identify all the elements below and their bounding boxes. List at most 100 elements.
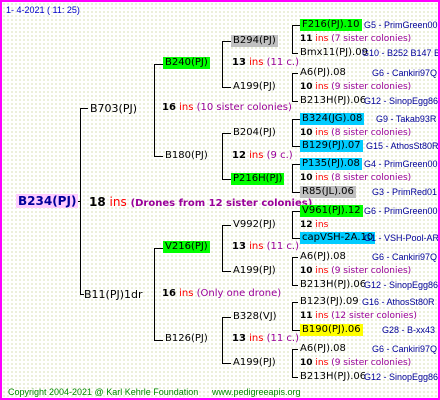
connector — [154, 248, 155, 340]
root-ins-row: 18 ins (Drones from 12 sister colonies) — [89, 195, 312, 211]
root-ins-label: ins — [109, 195, 127, 209]
gen1-queen[interactable]: B11(PJ)1dr — [82, 288, 145, 301]
gen4-queen[interactable]: P135(PJ).08 — [300, 158, 362, 170]
gen4-queen[interactable]: V961(PJ).12 — [300, 205, 363, 217]
connector — [154, 156, 163, 157]
ins-count: 10 — [300, 266, 313, 276]
ins-label: ins — [315, 358, 329, 368]
gen4-ins-row: 10 ins (9 sister colonies) — [300, 357, 411, 369]
gen3-queen[interactable]: B294(PJ) — [231, 35, 278, 47]
ins-count: 13 — [232, 57, 246, 68]
ins-label: ins — [315, 34, 329, 44]
gen2-ins-row: 12 ins (9 c.) — [232, 150, 293, 162]
connector — [292, 330, 300, 331]
gen4-ins-row: 10 ins (8 sister colonies) — [300, 172, 411, 184]
gen4-queen[interactable]: A6(PJ).08 — [298, 251, 348, 263]
gen4-ins-row: 11 ins (7 sister colonies) — [300, 33, 411, 45]
footer-copyright: Copyright 2004-2021 @ Karl Kehrle Founda… — [8, 387, 199, 397]
ins-note: (8 sister colonies) — [331, 173, 412, 183]
pedigree-chart: { "header": {"date": "1- 4-2021 ( 11: 25… — [0, 0, 440, 400]
connector — [292, 25, 300, 26]
connector — [222, 317, 231, 318]
gen4-info: G4 - PrimGreen00 — [364, 159, 438, 169]
connector — [292, 164, 293, 192]
connector — [292, 192, 300, 193]
gen4-queen[interactable]: B190(PJ).06 — [300, 324, 363, 336]
gen4-queen[interactable]: A6(PJ).08 — [298, 67, 348, 79]
gen4-queen[interactable]: B129(PJ).07 — [300, 140, 363, 152]
gen4-ins-row: 12 ins — [300, 219, 328, 231]
gen2-queen[interactable]: B126(PJ) — [163, 333, 210, 345]
connector — [292, 211, 293, 238]
ins-label: ins — [315, 311, 329, 321]
ins-label: ins — [249, 333, 264, 344]
gen3-queen[interactable]: A199(PJ) — [231, 265, 278, 277]
footer-url[interactable]: www.pedigreeapis.org — [212, 387, 301, 397]
connector — [292, 211, 300, 212]
gen1-ins-row: 16 ins (Only one drone) — [162, 288, 281, 300]
connector — [222, 179, 231, 180]
connector — [292, 349, 293, 377]
gen2-ins-row: 13 ins (11 c.) — [232, 333, 299, 345]
gen4-info: G16 - AthosSt80R — [362, 297, 435, 307]
gen4-info: G12 - SinopEgg86R — [364, 280, 440, 290]
connector — [222, 271, 231, 272]
gen2-queen[interactable]: B240(PJ) — [163, 57, 210, 69]
ins-count: 10 — [300, 173, 313, 183]
gen2-ins-row: 13 ins (11 c.) — [232, 57, 299, 69]
gen4-queen[interactable]: B123(PJ).09 — [298, 296, 361, 308]
connector — [222, 363, 231, 364]
gen4-info: G15 - AthosSt80R — [366, 141, 439, 151]
gen3-queen[interactable]: P216H(PJ) — [231, 173, 285, 185]
ins-note: (11 c.) — [266, 57, 300, 68]
gen4-queen[interactable]: B213H(PJ).06 — [298, 279, 368, 291]
connector — [292, 73, 293, 101]
ins-note: (9 c.) — [266, 150, 293, 161]
gen4-ins-row: 10 ins (9 sister colonies) — [300, 81, 411, 93]
gen4-queen[interactable]: A6(PJ).08 — [298, 343, 348, 355]
gen3-queen[interactable]: A199(PJ) — [231, 81, 278, 93]
ins-count: 12 — [232, 150, 246, 161]
gen2-queen[interactable]: B180(PJ) — [163, 150, 210, 162]
gen4-queen[interactable]: B213H(PJ).06 — [298, 371, 368, 383]
gen4-ins-row: 10 ins (9 sister colonies) — [300, 265, 411, 277]
gen3-queen[interactable]: B328(VJ) — [231, 311, 279, 323]
header-date: 1- 4-2021 ( 11: 25) — [6, 5, 80, 15]
gen3-queen[interactable]: A199(PJ) — [231, 357, 278, 369]
ins-note: (11 c.) — [266, 241, 300, 252]
root-queen[interactable]: B234(PJ) — [16, 194, 79, 208]
ins-note: (9 sister colonies) — [331, 266, 412, 276]
ins-note: (10 sister colonies) — [196, 102, 292, 113]
connector — [222, 317, 223, 363]
gen3-queen[interactable]: B204(PJ) — [231, 127, 278, 139]
gen1-queen[interactable]: B703(PJ) — [88, 102, 139, 115]
connector — [154, 64, 155, 156]
connector — [292, 146, 300, 147]
ins-label: ins — [179, 288, 194, 299]
connector — [154, 64, 163, 65]
gen4-info: G6 - Cankiri97Q — [372, 252, 438, 262]
gen4-queen[interactable]: Bmx11(PJ).09 — [298, 47, 370, 59]
ins-note: (9 sister colonies) — [331, 358, 412, 368]
ins-count: 11 — [300, 34, 313, 44]
ins-label: ins — [249, 241, 264, 252]
gen4-queen[interactable]: R85(JL).06 — [300, 186, 356, 198]
gen4-info: G12 - SinopEgg86R — [364, 372, 440, 382]
gen2-queen[interactable]: V216(PJ) — [163, 241, 210, 253]
connector — [292, 25, 293, 53]
connector — [292, 119, 300, 120]
root-ins-count: 18 — [89, 195, 106, 209]
gen4-info: G6 - Cankiri97Q — [372, 344, 438, 354]
ins-note: (11 c.) — [266, 333, 300, 344]
gen4-queen[interactable]: F216(PJ).10 — [300, 19, 362, 31]
gen2-ins-row: 13 ins (11 c.) — [232, 241, 299, 253]
ins-count: 16 — [162, 102, 176, 113]
gen3-queen[interactable]: V992(PJ) — [231, 219, 278, 231]
gen4-queen[interactable]: B324(JG).08 — [300, 113, 365, 125]
ins-count: 16 — [162, 288, 176, 299]
gen4-queen[interactable]: B213H(PJ).06 — [298, 95, 368, 107]
ins-count: 10 — [300, 128, 313, 138]
ins-label: ins — [179, 102, 194, 113]
ins-note: (8 sister colonies) — [331, 128, 412, 138]
connector — [292, 257, 293, 285]
